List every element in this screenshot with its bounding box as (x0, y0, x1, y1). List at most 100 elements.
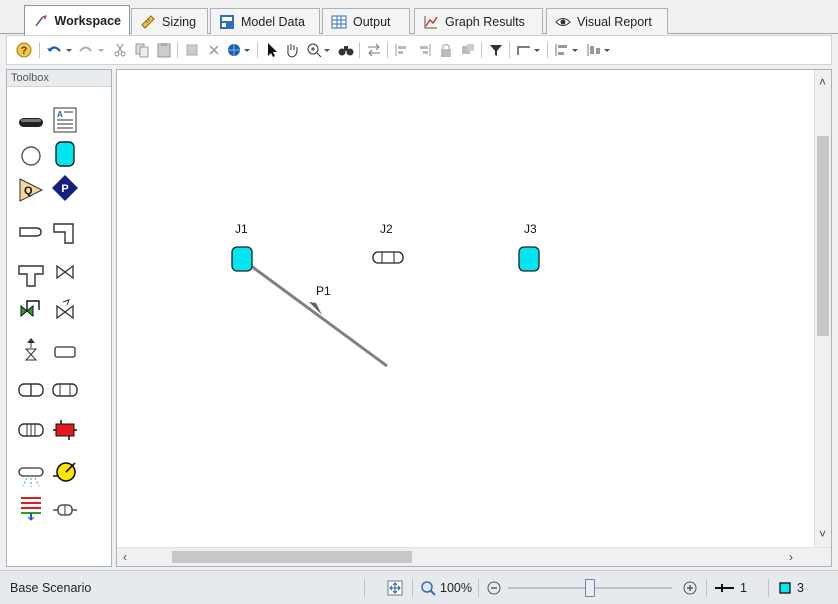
branch-tool-icon[interactable] (17, 218, 45, 246)
tab-bar: Workspace Sizing Model Data Output Graph… (0, 0, 838, 35)
pipe-count-icon (715, 584, 734, 592)
junction-j1[interactable] (231, 246, 253, 272)
horizontal-scrollbar[interactable]: ‹ › (117, 547, 831, 566)
pipe-draw-icon[interactable] (515, 41, 533, 59)
tab-label: Sizing (162, 14, 197, 29)
pointer-icon[interactable] (263, 41, 281, 59)
workspace-icon (35, 14, 47, 26)
chevron-down-icon[interactable] (323, 41, 331, 59)
redo-icon[interactable] (77, 41, 95, 59)
tab-graph-results[interactable]: Graph Results (414, 8, 543, 34)
binoculars-icon[interactable] (337, 41, 355, 59)
globe-icon[interactable] (225, 41, 243, 59)
tee-tool-icon[interactable] (17, 260, 45, 288)
filter-icon[interactable] (487, 41, 505, 59)
group-icon[interactable] (459, 41, 477, 59)
area-change-tool-icon[interactable] (17, 376, 45, 404)
assigned-pressure-tool-icon[interactable] (17, 142, 45, 170)
junction-label: J1 (235, 222, 248, 236)
pipe-p1[interactable] (242, 258, 388, 368)
model-data-icon (220, 14, 234, 29)
scroll-left-icon[interactable]: ‹ (123, 551, 127, 563)
pump-tool-icon[interactable]: P (51, 174, 79, 202)
chevron-down-icon[interactable] (571, 41, 579, 59)
scroll-up-icon[interactable]: ˄ (819, 76, 826, 88)
main-toolbar: ? (6, 35, 832, 65)
control-valve-tool-icon[interactable] (17, 296, 45, 324)
chevron-down-icon[interactable] (533, 41, 541, 59)
junction-label: J3 (524, 222, 537, 236)
size-icon[interactable] (585, 41, 603, 59)
bend-tool-icon[interactable] (51, 218, 79, 246)
chevron-down-icon[interactable] (243, 41, 251, 59)
junction-count: 3 (797, 581, 804, 595)
swap-icon[interactable] (365, 41, 383, 59)
junction-label: J2 (380, 222, 393, 236)
cut-icon[interactable] (111, 41, 129, 59)
multi-port-tool-icon[interactable] (17, 494, 45, 522)
delete-icon[interactable] (205, 41, 223, 59)
svg-text:Q: Q (24, 185, 33, 197)
general-component-tool-icon[interactable] (51, 496, 79, 524)
zoom-in-icon[interactable] (305, 41, 323, 59)
orifice-tool-icon[interactable] (51, 376, 79, 404)
tab-sizing[interactable]: Sizing (131, 8, 208, 34)
zoom-slider-thumb[interactable] (585, 579, 595, 597)
svg-text:A: A (57, 110, 63, 119)
vertical-scrollbar[interactable]: ˄ ˅ (814, 70, 831, 548)
check-valve-tool-icon[interactable] (51, 296, 79, 324)
zoom-level: 100% (440, 581, 472, 595)
copy-icon[interactable] (133, 41, 151, 59)
undo-icon[interactable] (45, 41, 63, 59)
zoom-slider[interactable] (508, 579, 672, 597)
table-icon (331, 15, 347, 28)
tab-visual-report[interactable]: Visual Report (546, 8, 668, 34)
heat-exchanger-tool-icon[interactable] (17, 416, 45, 444)
spray-tool-icon[interactable] (51, 338, 79, 366)
heat-exchanger-red-tool-icon[interactable] (51, 416, 79, 444)
tab-model-data[interactable]: Model Data (210, 8, 320, 34)
junction-j2[interactable] (372, 251, 404, 264)
pipe-tool-icon[interactable] (17, 108, 45, 136)
junction-j3[interactable] (518, 246, 540, 272)
zoom-out-icon[interactable] (486, 580, 502, 596)
align-right-icon[interactable] (415, 41, 433, 59)
pump-curve-tool-icon[interactable] (51, 458, 79, 486)
toolbox-title: Toolbox (7, 70, 111, 87)
help-icon[interactable]: ? (15, 41, 33, 59)
tab-label: Graph Results (445, 14, 525, 29)
tab-label: Visual Report (577, 14, 652, 29)
align-left-icon[interactable] (393, 41, 411, 59)
chevron-down-icon[interactable] (65, 41, 73, 59)
distribute-icon[interactable] (553, 41, 571, 59)
reservoir-tool-icon[interactable] (51, 140, 79, 168)
vertical-scroll-thumb[interactable] (817, 136, 829, 336)
pan-hand-icon[interactable] (283, 41, 301, 59)
graph-icon (424, 15, 438, 28)
model-drawing (231, 246, 540, 368)
lock-icon[interactable] (437, 41, 455, 59)
app-window: Workspace Sizing Model Data Output Graph… (0, 0, 838, 604)
tab-output[interactable]: Output (322, 8, 410, 34)
scenario-name[interactable]: Base Scenario (10, 581, 91, 595)
fit-to-window-icon[interactable] (387, 580, 403, 596)
valve-tool-icon[interactable] (51, 258, 79, 286)
chevron-down-icon[interactable] (97, 41, 105, 59)
magnifier-icon[interactable] (420, 580, 436, 596)
tab-label: Output (353, 14, 391, 29)
horizontal-scroll-thumb[interactable] (172, 551, 412, 563)
scroll-down-icon[interactable]: ˅ (819, 528, 826, 540)
spray-discharge-tool-icon[interactable] (17, 462, 45, 490)
scroll-right-icon[interactable]: › (789, 551, 793, 563)
select-all-icon[interactable] (183, 41, 201, 59)
eye-icon (555, 17, 571, 26)
tab-label: Model Data (241, 14, 305, 29)
tab-workspace[interactable]: Workspace (24, 5, 130, 35)
paste-icon[interactable] (155, 41, 173, 59)
chevron-down-icon[interactable] (603, 41, 611, 59)
relief-valve-tool-icon[interactable] (17, 336, 45, 364)
assigned-flow-tool-icon[interactable]: Q (17, 176, 45, 204)
annotation-tool-icon[interactable]: A (51, 106, 79, 134)
zoom-in-small-icon[interactable] (682, 580, 698, 596)
workspace-canvas[interactable]: J1 J2 J3 P1 ˄ ˅ ‹ › (116, 69, 832, 567)
